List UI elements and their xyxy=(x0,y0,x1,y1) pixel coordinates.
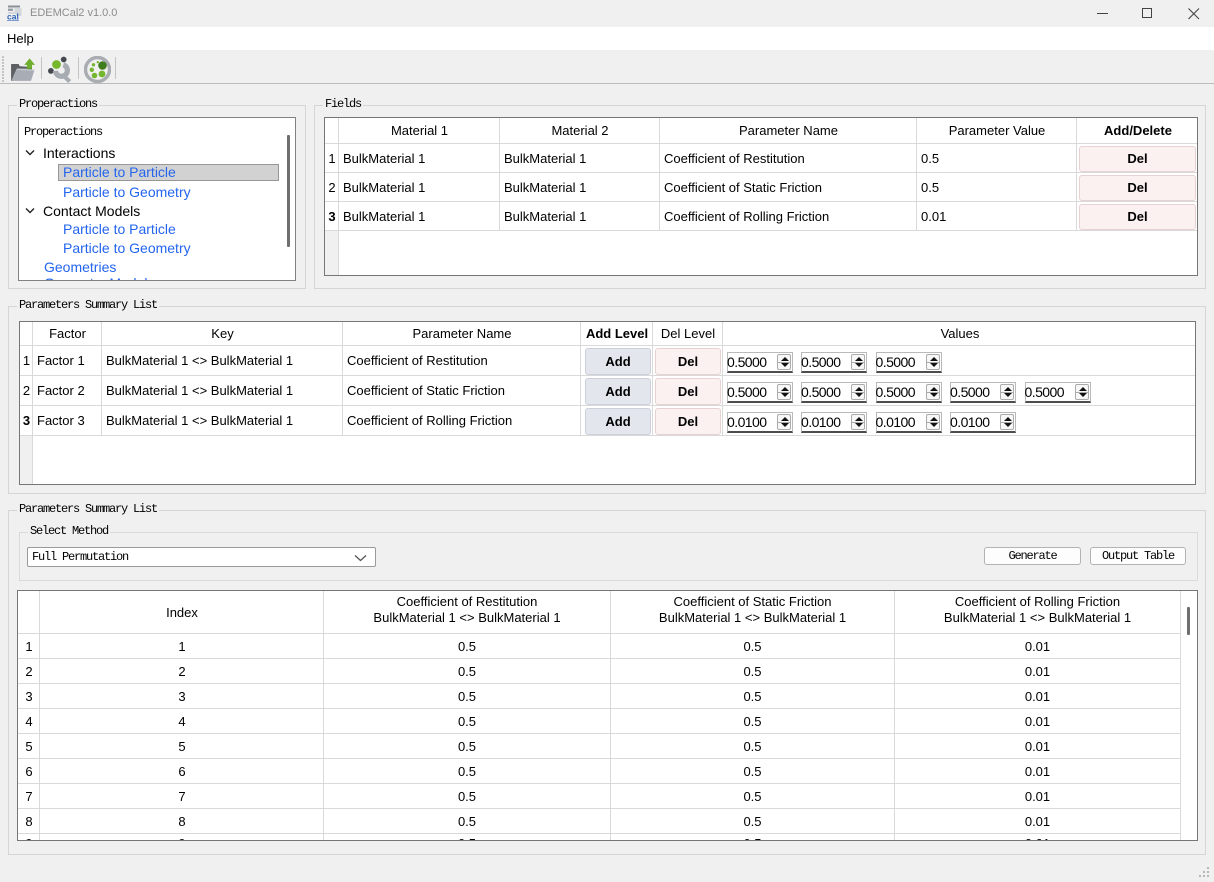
svg-text:cal: cal xyxy=(7,12,19,22)
